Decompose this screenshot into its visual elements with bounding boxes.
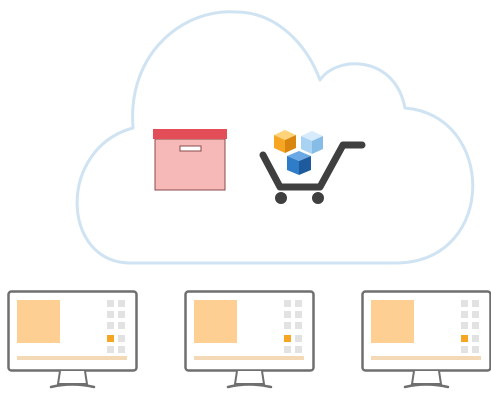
cloud-diagram <box>0 0 491 393</box>
cart-wheel-right <box>312 192 324 204</box>
cart-wheel-left <box>275 192 287 204</box>
desktop-monitor-icon-center <box>184 290 315 389</box>
diagram-canvas <box>7 10 491 389</box>
desktop-monitor-icon-right <box>361 290 491 389</box>
archive-box-icon <box>153 129 227 191</box>
archive-box-handle <box>179 145 202 152</box>
blue-cube <box>287 151 311 175</box>
desktop-monitor-icon-left <box>7 290 138 389</box>
archive-box-lid <box>153 129 227 139</box>
